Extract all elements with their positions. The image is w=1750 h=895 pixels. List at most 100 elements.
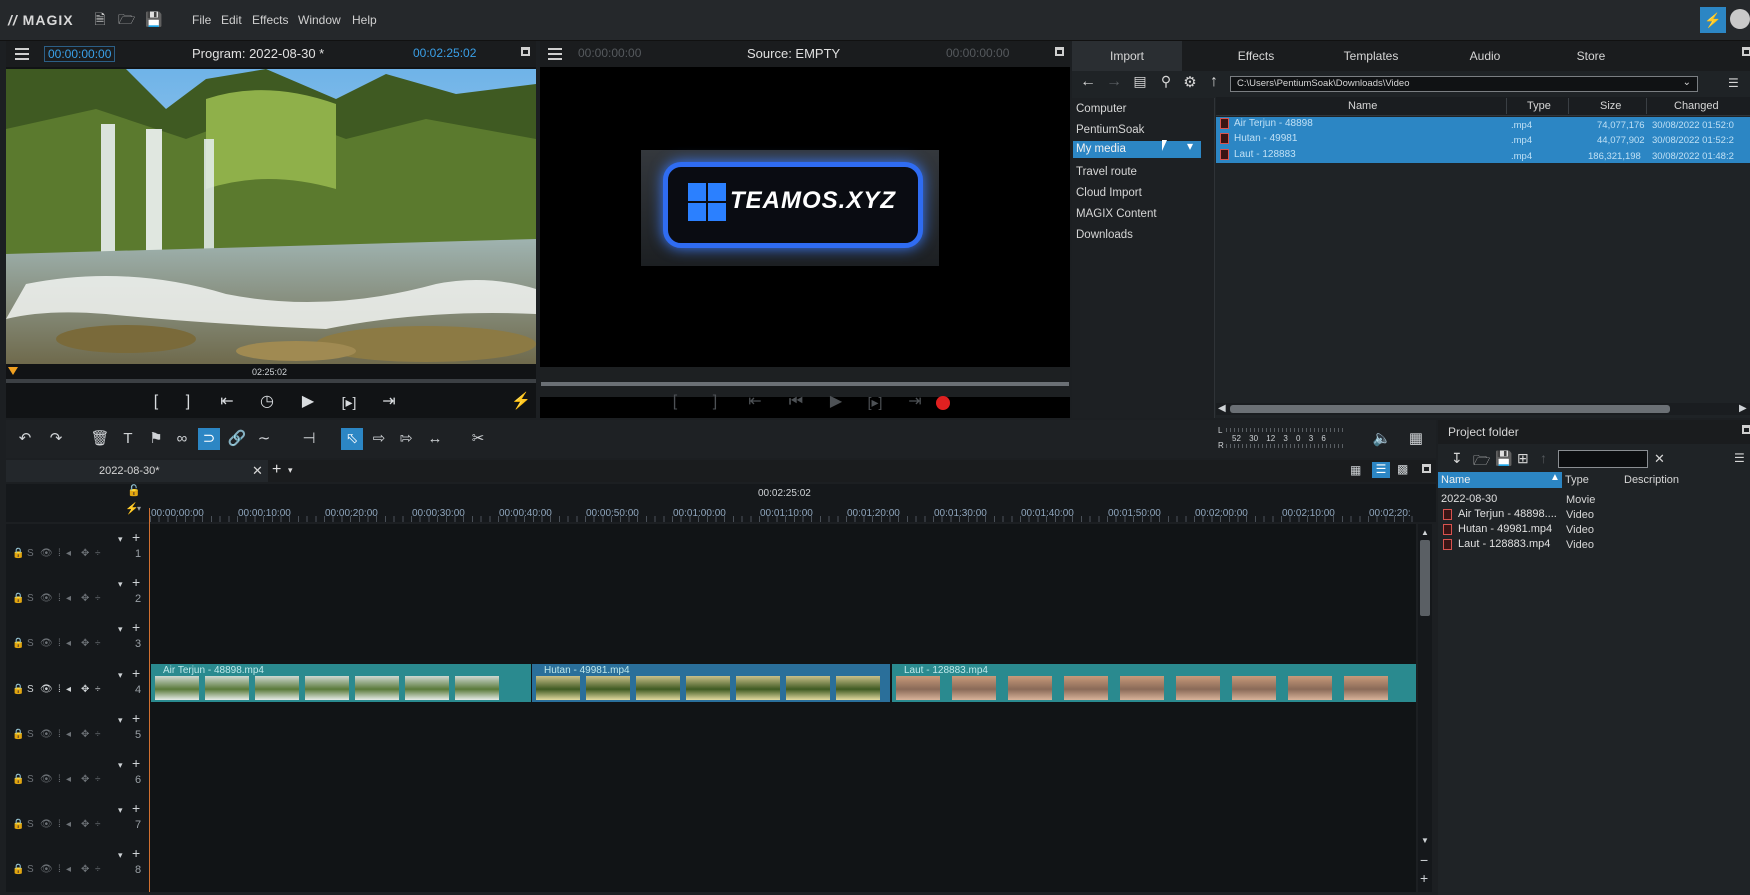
add-icon[interactable]: ÷ xyxy=(95,819,101,830)
column-description[interactable]: Description xyxy=(1624,474,1679,486)
select-range-tool-icon[interactable]: ⇨ xyxy=(368,428,390,450)
column-changed[interactable]: Changed xyxy=(1674,98,1719,114)
add-icon[interactable]: ÷ xyxy=(95,684,101,695)
effect-icon[interactable]: ✥ xyxy=(81,729,89,740)
lock-icon[interactable]: 🔒 xyxy=(12,819,24,830)
camera-view-icon[interactable]: ▩ xyxy=(1397,462,1413,478)
track-area[interactable] xyxy=(6,524,1416,892)
project-item[interactable]: 2022-08-30 xyxy=(1441,493,1497,505)
solo-icon[interactable]: S xyxy=(27,729,34,740)
nav-pentiumsoak[interactable]: PentiumSoak xyxy=(1076,124,1144,136)
play-button[interactable]: ▶ xyxy=(823,391,849,413)
source-scrubber[interactable] xyxy=(541,382,1069,386)
settings-icon[interactable] xyxy=(1730,9,1750,29)
volume-icon[interactable]: ◂ xyxy=(66,548,71,559)
add-item-icon[interactable]: ⊞ xyxy=(1517,450,1529,467)
lock-icon[interactable]: 🔒 xyxy=(12,729,24,740)
mark-in-button[interactable]: [ xyxy=(662,391,688,413)
nav-downloads[interactable]: Downloads xyxy=(1076,229,1133,241)
add-track-icon[interactable]: + xyxy=(132,529,140,545)
add-icon[interactable]: ÷ xyxy=(95,729,101,740)
timeline-tab[interactable]: 2022-08-30* ✕ xyxy=(6,460,268,482)
maximize-icon[interactable] xyxy=(1055,47,1064,56)
path-dropdown[interactable]: C:\Users\PentiumSoak\Downloads\Video ⌄ xyxy=(1230,76,1698,92)
menu-icon[interactable] xyxy=(548,48,562,60)
play-range-button[interactable]: [▸] xyxy=(336,391,362,413)
undo-icon[interactable]: ↶ xyxy=(14,428,36,450)
visibility-icon[interactable]: 👁 xyxy=(40,548,53,559)
visibility-icon[interactable]: 👁 xyxy=(40,774,53,785)
menu-edit[interactable]: Edit xyxy=(221,13,242,27)
add-icon[interactable]: ÷ xyxy=(95,638,101,649)
effect-icon[interactable]: ✥ xyxy=(81,638,89,649)
menu-help[interactable]: Help xyxy=(352,13,377,27)
scroll-up-icon[interactable]: ▲ xyxy=(1421,528,1429,537)
chevron-down-icon[interactable]: ▾ xyxy=(1187,139,1193,153)
column-name-header[interactable]: Name ▲ xyxy=(1438,472,1562,488)
add-track-icon[interactable]: + xyxy=(132,710,140,726)
chevron-down-icon[interactable]: ▾ xyxy=(118,805,123,816)
record-button[interactable] xyxy=(936,396,950,410)
menu-file[interactable]: File xyxy=(192,13,211,27)
chevron-down-icon[interactable]: ▾ xyxy=(118,579,123,590)
scroll-left-icon[interactable]: ◀ xyxy=(1218,403,1226,414)
mark-out-button[interactable]: ] xyxy=(702,391,728,413)
add-icon[interactable]: ÷ xyxy=(95,548,101,559)
tab-audio[interactable]: Audio xyxy=(1450,41,1520,71)
search-icon[interactable]: ⚲ xyxy=(1156,73,1176,93)
effect-icon[interactable]: ✥ xyxy=(81,864,89,875)
render-lightning-icon[interactable]: ⚡ xyxy=(508,391,534,413)
tab-templates[interactable]: Templates xyxy=(1326,41,1416,71)
open-folder-icon[interactable]: 🗁 xyxy=(118,11,135,27)
add-tab-icon[interactable]: + xyxy=(272,461,281,479)
chevron-down-icon[interactable]: ▾ xyxy=(118,715,123,726)
file-name[interactable]: Air Terjun - 48898 xyxy=(1234,118,1313,129)
nav-my-media[interactable]: My media ▾ xyxy=(1073,139,1201,158)
visibility-icon[interactable]: 👁 xyxy=(40,638,53,649)
save-icon[interactable]: 💾 xyxy=(145,11,162,27)
add-icon[interactable]: ÷ xyxy=(95,864,101,875)
effect-icon[interactable]: ✥ xyxy=(81,548,89,559)
add-track-icon[interactable]: + xyxy=(132,800,140,816)
maximize-icon[interactable] xyxy=(1422,464,1431,473)
back-arrow-icon[interactable]: ← xyxy=(1078,73,1098,93)
nav-travel-route[interactable]: Travel route xyxy=(1076,166,1137,178)
file-name[interactable]: Hutan - 49981 xyxy=(1234,133,1297,144)
solo-icon[interactable]: S xyxy=(27,684,34,695)
effect-icon[interactable]: ✥ xyxy=(81,684,89,695)
mark-out-button[interactable]: ] xyxy=(175,391,201,413)
stretch-tool-icon[interactable]: ↔ xyxy=(424,428,446,450)
visibility-icon[interactable]: 👁 xyxy=(40,729,53,740)
mute-icon[interactable]: ⁞ xyxy=(58,593,61,604)
pointer-tool-icon[interactable]: ⬁ xyxy=(341,428,363,450)
add-icon[interactable]: ÷ xyxy=(95,593,101,604)
up-arrow-icon[interactable]: ↑ xyxy=(1540,450,1547,466)
tab-store[interactable]: Store xyxy=(1556,41,1626,71)
new-file-icon[interactable]: 🗎 xyxy=(92,11,108,27)
project-item[interactable]: Laut - 128883.mp4 xyxy=(1458,538,1550,550)
maximize-icon[interactable] xyxy=(1742,47,1750,56)
mute-icon[interactable]: ⁞ xyxy=(58,638,61,649)
nav-cloud-import[interactable]: Cloud Import xyxy=(1076,187,1142,199)
effect-icon[interactable]: ✥ xyxy=(81,593,89,604)
scissors-icon[interactable]: ✂ xyxy=(467,428,489,450)
view-list-icon[interactable]: ☰ xyxy=(1734,451,1745,465)
program-scrubber[interactable] xyxy=(6,379,536,383)
lock-icon[interactable]: 🔓 xyxy=(127,484,141,497)
trim-tool-icon[interactable]: ⇰ xyxy=(395,428,417,450)
volume-icon[interactable]: ◂ xyxy=(66,638,71,649)
lock-icon[interactable]: 🔒 xyxy=(12,684,24,695)
solo-icon[interactable]: S xyxy=(27,593,34,604)
marker-flag-icon[interactable]: ⚑ xyxy=(145,428,167,450)
scrollbar-thumb[interactable] xyxy=(1420,540,1430,616)
chevron-down-icon[interactable]: ▾ xyxy=(137,504,141,513)
tab-effects[interactable]: Effects xyxy=(1216,41,1296,71)
feedback-icon[interactable]: ⚡ xyxy=(1700,7,1726,33)
save-icon[interactable]: 💾 xyxy=(1495,450,1512,467)
nav-magix-content[interactable]: MAGIX Content xyxy=(1076,208,1157,220)
chevron-down-icon[interactable]: ▾ xyxy=(118,534,123,545)
lock-icon[interactable]: 🔒 xyxy=(12,864,24,875)
lock-icon[interactable]: 🔒 xyxy=(12,638,24,649)
column-type[interactable]: Type xyxy=(1565,474,1589,486)
volume-icon[interactable]: ◂ xyxy=(66,819,71,830)
